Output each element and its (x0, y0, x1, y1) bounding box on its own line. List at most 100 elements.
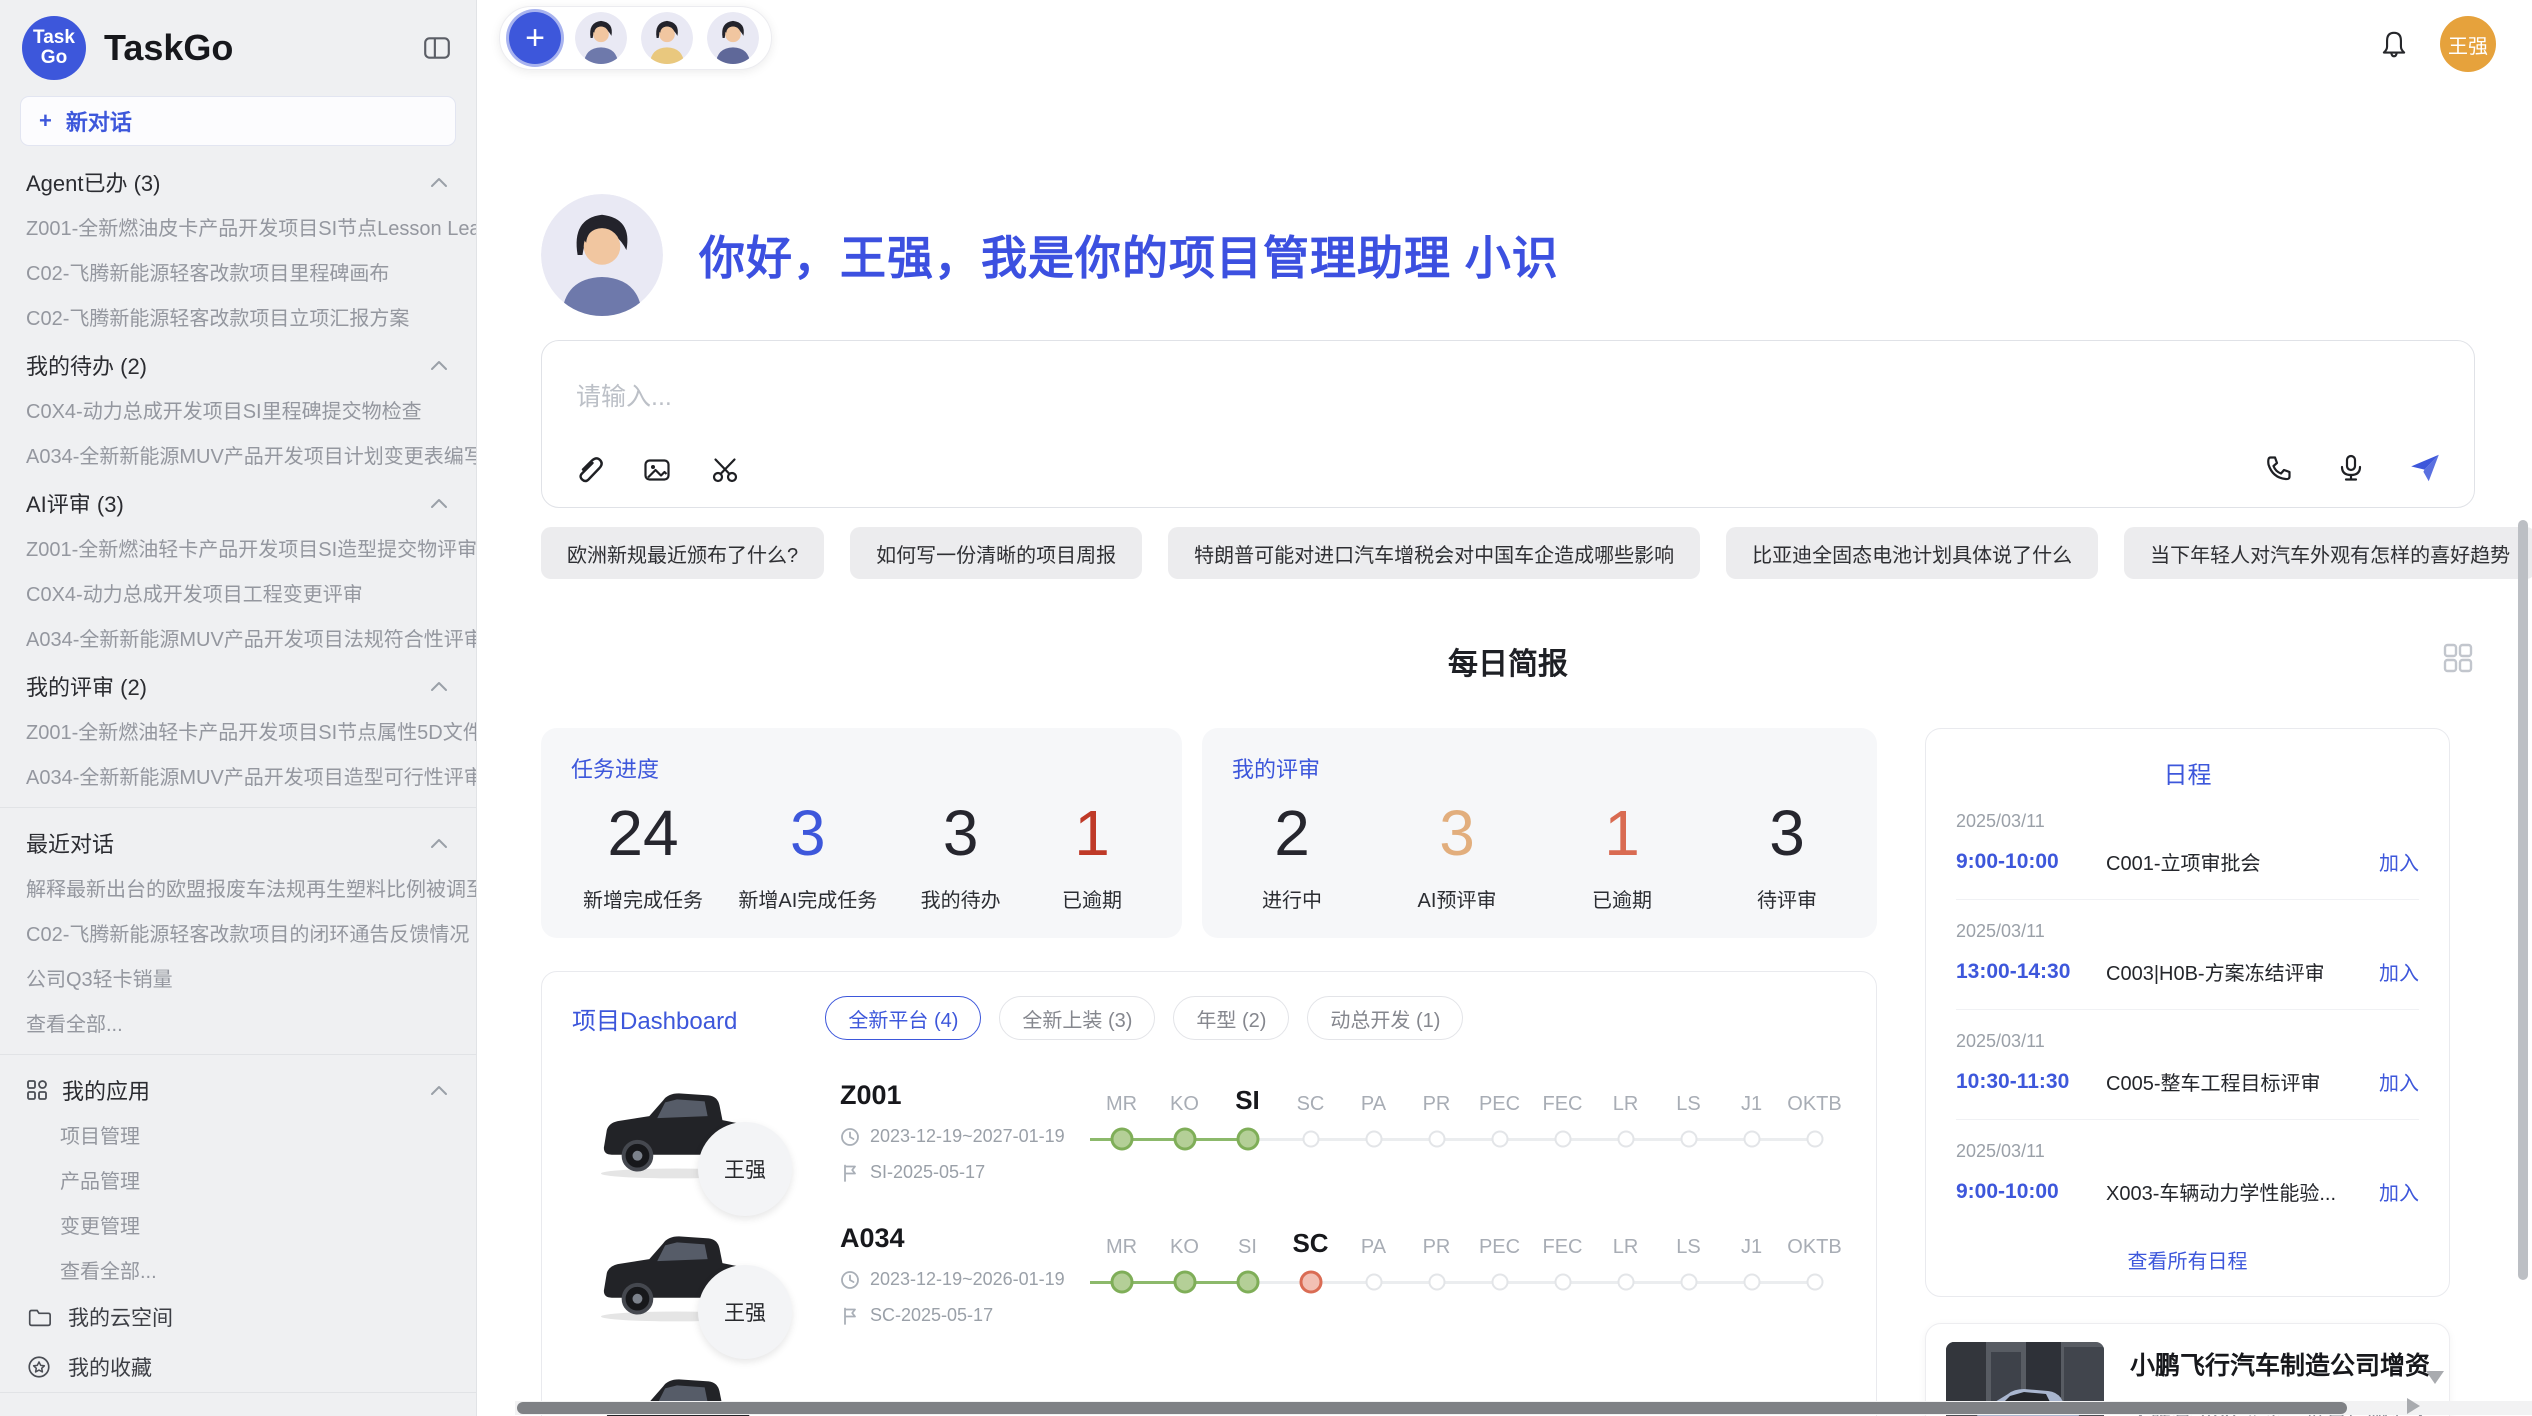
horizontal-scrollbar-track[interactable] (515, 1401, 2532, 1415)
suggestion-chip[interactable]: 如何写一份清晰的项目周报 (850, 527, 1142, 579)
voice-call-button[interactable] (2264, 453, 2294, 483)
send-button[interactable] (2408, 451, 2442, 485)
milestone-label: J1 (1720, 1223, 1783, 1259)
tab-new-platform[interactable]: 全新平台 (4) (825, 996, 981, 1040)
chat-input-card[interactable]: 请输入... (541, 340, 2475, 508)
list-item[interactable]: Z001-全新燃油轻卡产品开发项目SI节点属性5D文件评审 (0, 708, 476, 753)
section-title: 我的应用 (62, 1074, 150, 1106)
suggestion-chip[interactable]: 特朗普可能对进口汽车增税会对中国车企造成哪些影响 (1168, 527, 1700, 579)
recent-view-all[interactable]: 查看全部... (0, 1000, 476, 1045)
suggestion-chip[interactable]: 欧洲新规最近颁布了什么? (541, 527, 824, 579)
horizontal-scrollbar-thumb[interactable] (517, 1402, 2347, 1414)
snippet-button[interactable] (710, 455, 740, 485)
project-row[interactable]: 王强 A034 2023-12-19~2026-01-19 SC-2025-05… (572, 1221, 1846, 1326)
recent-chat-item[interactable]: C02-飞腾新能源轻客改款项目的闭环通告反馈情况 (0, 910, 476, 955)
recent-chat-item[interactable]: 公司Q3轻卡销量 (0, 955, 476, 1000)
join-link[interactable]: 加入 (2379, 1177, 2419, 1206)
section-my-review[interactable]: 我的评审 (2) (0, 660, 476, 708)
app-logo: Task Go (22, 16, 86, 80)
insert-image-button[interactable] (642, 455, 672, 485)
news-title: 小鹏飞行汽车制造公司增资 (2130, 1346, 2429, 1382)
sidebar-item-cloud-space[interactable]: 我的云空间 (0, 1292, 476, 1342)
join-link[interactable]: 加入 (2379, 1067, 2419, 1096)
notifications-button[interactable] (2378, 28, 2410, 60)
scroll-down-arrow[interactable] (2426, 1371, 2444, 1384)
section-agent-done[interactable]: Agent已办 (3) (0, 156, 476, 204)
tab-powertrain[interactable]: 动总开发 (1) (1307, 996, 1463, 1040)
milestone-dot (1743, 1131, 1760, 1148)
sidebar-list: Agent已办 (3) Z001-全新燃油皮卡产品开发项目SI节点Lesson … (0, 156, 476, 1416)
schedule-card: 日程 2025/03/11 9:00-10:00 C001-立项审批会 加入 2… (1925, 728, 2450, 1297)
schedule-date: 2025/03/11 (1956, 1141, 2419, 1162)
apps-view-all[interactable]: 查看全部... (0, 1247, 476, 1292)
scroll-right-arrow[interactable] (2407, 1398, 2420, 1414)
chevron-up-icon (428, 174, 450, 190)
project-info: A034 2023-12-19~2026-01-19 SC-2025-05-17 (840, 1221, 1090, 1326)
tab-new-body[interactable]: 全新上装 (3) (999, 996, 1155, 1040)
list-item[interactable]: C02-飞腾新能源轻客改款项目立项汇报方案 (0, 294, 476, 339)
app-item-project-mgmt[interactable]: 项目管理 (0, 1112, 476, 1157)
list-item[interactable]: A034-全新新能源MUV产品开发项目法规符合性评审 (0, 615, 476, 660)
project-flag: SI-2025-05-17 (870, 1162, 985, 1183)
send-plane-icon (2408, 451, 2442, 485)
greeting-block: 你好，王强，我是你的项目管理助理 小识 (541, 194, 2475, 316)
tab-year-model[interactable]: 年型 (2) (1173, 996, 1289, 1040)
milestone-label: MR (1090, 1080, 1153, 1116)
agent-avatar[interactable] (575, 12, 627, 64)
project-row[interactable]: 王强 Z001 2023-12-19~2027-01-19 SI-2025-05… (572, 1078, 1846, 1183)
project-code: Z001 (840, 1080, 1090, 1111)
list-item[interactable]: A034-全新新能源MUV产品开发项目造型可行性评审 (0, 753, 476, 798)
list-item[interactable]: Z001-全新燃油轻卡产品开发项目SI造型提交物评审 (0, 525, 476, 570)
briefing-layout-button[interactable] (2441, 641, 2475, 675)
suggestion-chip[interactable]: 当下年轻人对汽车外观有怎样的喜好趋势 (2124, 527, 2532, 579)
milestone-dot (1428, 1274, 1445, 1291)
microphone-button[interactable] (2336, 453, 2366, 483)
schedule-item: 2025/03/11 9:00-10:00 X003-车辆动力学性能验... 加… (1956, 1120, 2419, 1229)
milestone-label: PR (1405, 1080, 1468, 1116)
section-title: 最近对话 (26, 827, 114, 859)
sidebar-item-favorites[interactable]: 我的收藏 (0, 1342, 476, 1392)
section-ai-review[interactable]: AI评审 (3) (0, 477, 476, 525)
milestone-label: LR (1594, 1223, 1657, 1259)
attach-button[interactable] (574, 455, 604, 485)
agent-avatar[interactable] (641, 12, 693, 64)
app-item-product-mgmt[interactable]: 产品管理 (0, 1157, 476, 1202)
list-item[interactable]: Z001-全新燃油皮卡产品开发项目SI节点Lesson Learn报告 (0, 204, 476, 249)
sidebar-item-ai-employee[interactable]: AI超级员工 (0, 1401, 476, 1416)
section-recent-chats[interactable]: 最近对话 (0, 817, 476, 865)
section-my-todo[interactable]: 我的待办 (2) (0, 339, 476, 387)
panel-collapse-icon (422, 33, 452, 63)
grid-layout-icon (2441, 641, 2475, 675)
new-chat-button[interactable]: + 新对话 (20, 96, 456, 146)
list-item[interactable]: C02-飞腾新能源轻客改款项目里程碑画布 (0, 249, 476, 294)
collapse-sidebar-button[interactable] (422, 33, 452, 63)
suggestion-chip[interactable]: 比亚迪全固态电池计划具体说了什么 (1726, 527, 2098, 579)
schedule-item: 2025/03/11 10:30-11:30 C005-整车工程目标评审 加入 (1956, 1010, 2419, 1120)
milestone-dot (1491, 1131, 1508, 1148)
agent-avatar[interactable] (707, 12, 759, 64)
recent-chat-item[interactable]: 解释最新出台的欧盟报废车法规再生塑料比例被调至15%... (0, 865, 476, 910)
stat: 2 进行中 (1244, 796, 1340, 913)
join-link[interactable]: 加入 (2379, 847, 2419, 876)
milestone-label: FEC (1531, 1223, 1594, 1259)
new-chat-label: 新对话 (66, 105, 132, 137)
main-content: + 王强 你好，王强，我是你的项目管理助理 小识 请输入... (477, 0, 2532, 1416)
section-my-apps[interactable]: 我的应用 (0, 1064, 476, 1112)
list-item[interactable]: C0X4-动力总成开发项目SI里程碑提交物检查 (0, 387, 476, 432)
bell-icon (2378, 28, 2410, 60)
milestone-label: LS (1657, 1080, 1720, 1116)
milestone-label: SC (1279, 1080, 1342, 1116)
list-item[interactable]: C0X4-动力总成开发项目工程变更评审 (0, 570, 476, 615)
add-agent-button[interactable]: + (509, 12, 561, 64)
view-all-schedule-link[interactable]: 查看所有日程 (1956, 1245, 2419, 1274)
app-item-change-mgmt[interactable]: 变更管理 (0, 1202, 476, 1247)
milestone-strip: MR KO SI SC PA PR PEC FEC LR LS J1 OKTB (1090, 1078, 1846, 1183)
project-image: 王强 (592, 1221, 760, 1325)
user-avatar[interactable]: 王强 (2440, 16, 2496, 72)
sidebar: Task Go TaskGo + 新对话 Agent已办 (3) Z001-全新… (0, 0, 477, 1416)
vertical-scrollbar[interactable] (2518, 520, 2528, 1280)
chat-input-placeholder: 请输入... (576, 377, 672, 413)
join-link[interactable]: 加入 (2379, 957, 2419, 986)
milestone-label: PEC (1468, 1080, 1531, 1116)
list-item[interactable]: A034-全新新能源MUV产品开发项目计划变更表编写 (0, 432, 476, 477)
